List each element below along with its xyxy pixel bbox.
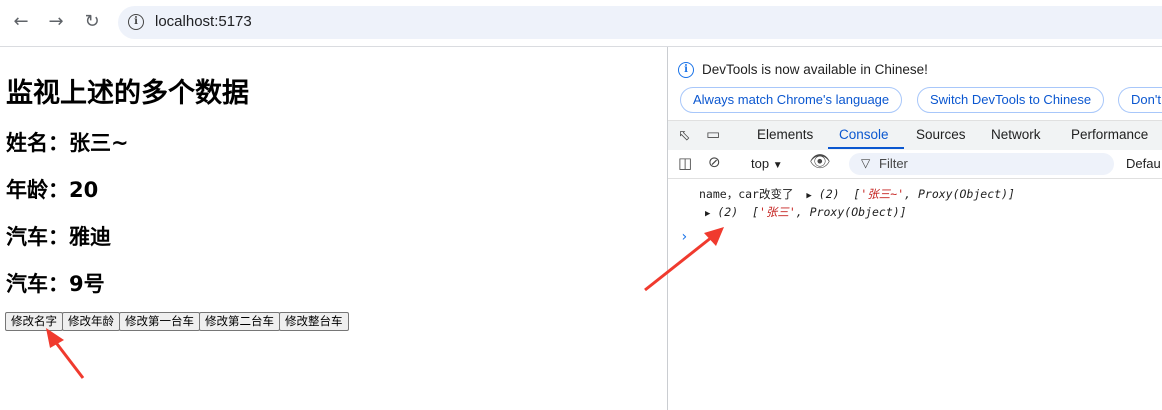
array-count: (2) <box>717 205 739 219</box>
eye-icon[interactable]: 👁 <box>809 152 831 172</box>
clear-console-icon[interactable]: ⊘ <box>708 153 721 171</box>
console-output: name，car改变了 ▶ (2) ['张三~', Proxy(Object)]… <box>668 179 1162 410</box>
console-toolbar: ◫ ⊘ top ▼ 👁 ▽ Filter Defau <box>668 150 1162 179</box>
log-proxy: Proxy(Object) <box>917 187 1008 201</box>
url-text: localhost:5173 <box>155 13 252 30</box>
log-levels-dropdown[interactable]: Defau <box>1126 156 1161 171</box>
change-second-car-button[interactable]: 修改第二台车 <box>199 312 280 331</box>
filter-input[interactable]: ▽ Filter <box>849 153 1114 175</box>
device-toolbar-icon[interactable]: ▭ <box>706 125 720 143</box>
tab-sources[interactable]: Sources <box>916 127 966 142</box>
log-string: '张三' <box>758 205 796 219</box>
sidebar-toggle-icon[interactable]: ◫ <box>678 154 692 172</box>
info-icon[interactable]: i <box>128 14 144 30</box>
match-language-button[interactable]: Always match Chrome's language <box>680 87 903 113</box>
context-selector-label: top <box>751 156 770 171</box>
filter-placeholder: Filter <box>879 156 908 171</box>
arrow-right-icon[interactable]: → <box>45 11 67 33</box>
info-icon: i <box>678 62 694 78</box>
filter-icon: ▽ <box>861 156 871 170</box>
devtools-panel: i DevTools is now available in Chinese! … <box>667 47 1162 410</box>
dont-show-button[interactable]: Don't <box>1118 87 1162 113</box>
switch-to-chinese-button[interactable]: Switch DevTools to Chinese <box>917 87 1105 113</box>
page-content: 监视上述的多个数据 姓名：张三~ 年龄：20 汽车：雅迪 汽车：9号 修改名字 … <box>0 47 667 410</box>
devtools-tabs: ⬁ ▭ Elements Console Sources Network Per… <box>668 120 1162 151</box>
context-selector[interactable]: top ▼ <box>751 156 783 171</box>
tab-console[interactable]: Console <box>839 127 889 142</box>
active-tab-indicator <box>828 147 904 149</box>
browser-toolbar: ← → ↻ i localhost:5173 <box>0 0 1162 47</box>
expand-arrow-icon[interactable]: ▶ <box>806 191 811 201</box>
change-age-button[interactable]: 修改年龄 <box>62 312 120 331</box>
console-log-line: name，car改变了 ▶ (2) ['张三~', Proxy(Object)] <box>699 187 1015 201</box>
console-prompt-icon[interactable]: › <box>680 229 688 245</box>
expand-arrow-icon[interactable]: ▶ <box>705 209 710 219</box>
tab-elements[interactable]: Elements <box>757 127 813 142</box>
devtools-language-banner: DevTools is now available in Chinese! <box>702 62 928 77</box>
log-proxy: Proxy(Object) <box>809 205 900 219</box>
car-line-2: 汽车：9号 <box>6 272 105 296</box>
reload-icon[interactable]: ↻ <box>81 11 103 33</box>
log-string: '张三~' <box>860 187 905 201</box>
log-prefix: name，car改变了 <box>699 187 794 201</box>
address-bar[interactable]: i localhost:5173 <box>118 6 1162 39</box>
age-line: 年龄：20 <box>6 178 99 202</box>
tab-performance[interactable]: Performance <box>1071 127 1148 142</box>
name-line: 姓名：张三~ <box>6 131 129 155</box>
inspect-element-icon[interactable]: ⬁ <box>678 126 691 144</box>
console-log-line: ▶ (2) ['张三', Proxy(Object)] <box>705 205 907 219</box>
arrow-left-icon[interactable]: ← <box>10 11 32 33</box>
change-first-car-button[interactable]: 修改第一台车 <box>119 312 200 331</box>
tab-network[interactable]: Network <box>991 127 1041 142</box>
button-row: 修改名字 修改年龄 修改第一台车 修改第二台车 修改整台车 <box>5 312 349 331</box>
change-name-button[interactable]: 修改名字 <box>5 312 63 331</box>
change-all-cars-button[interactable]: 修改整台车 <box>279 312 349 331</box>
car-line-1: 汽车：雅迪 <box>6 225 111 249</box>
page-title: 监视上述的多个数据 <box>6 78 249 109</box>
chevron-down-icon: ▼ <box>772 160 783 171</box>
array-count: (2) <box>818 187 840 201</box>
